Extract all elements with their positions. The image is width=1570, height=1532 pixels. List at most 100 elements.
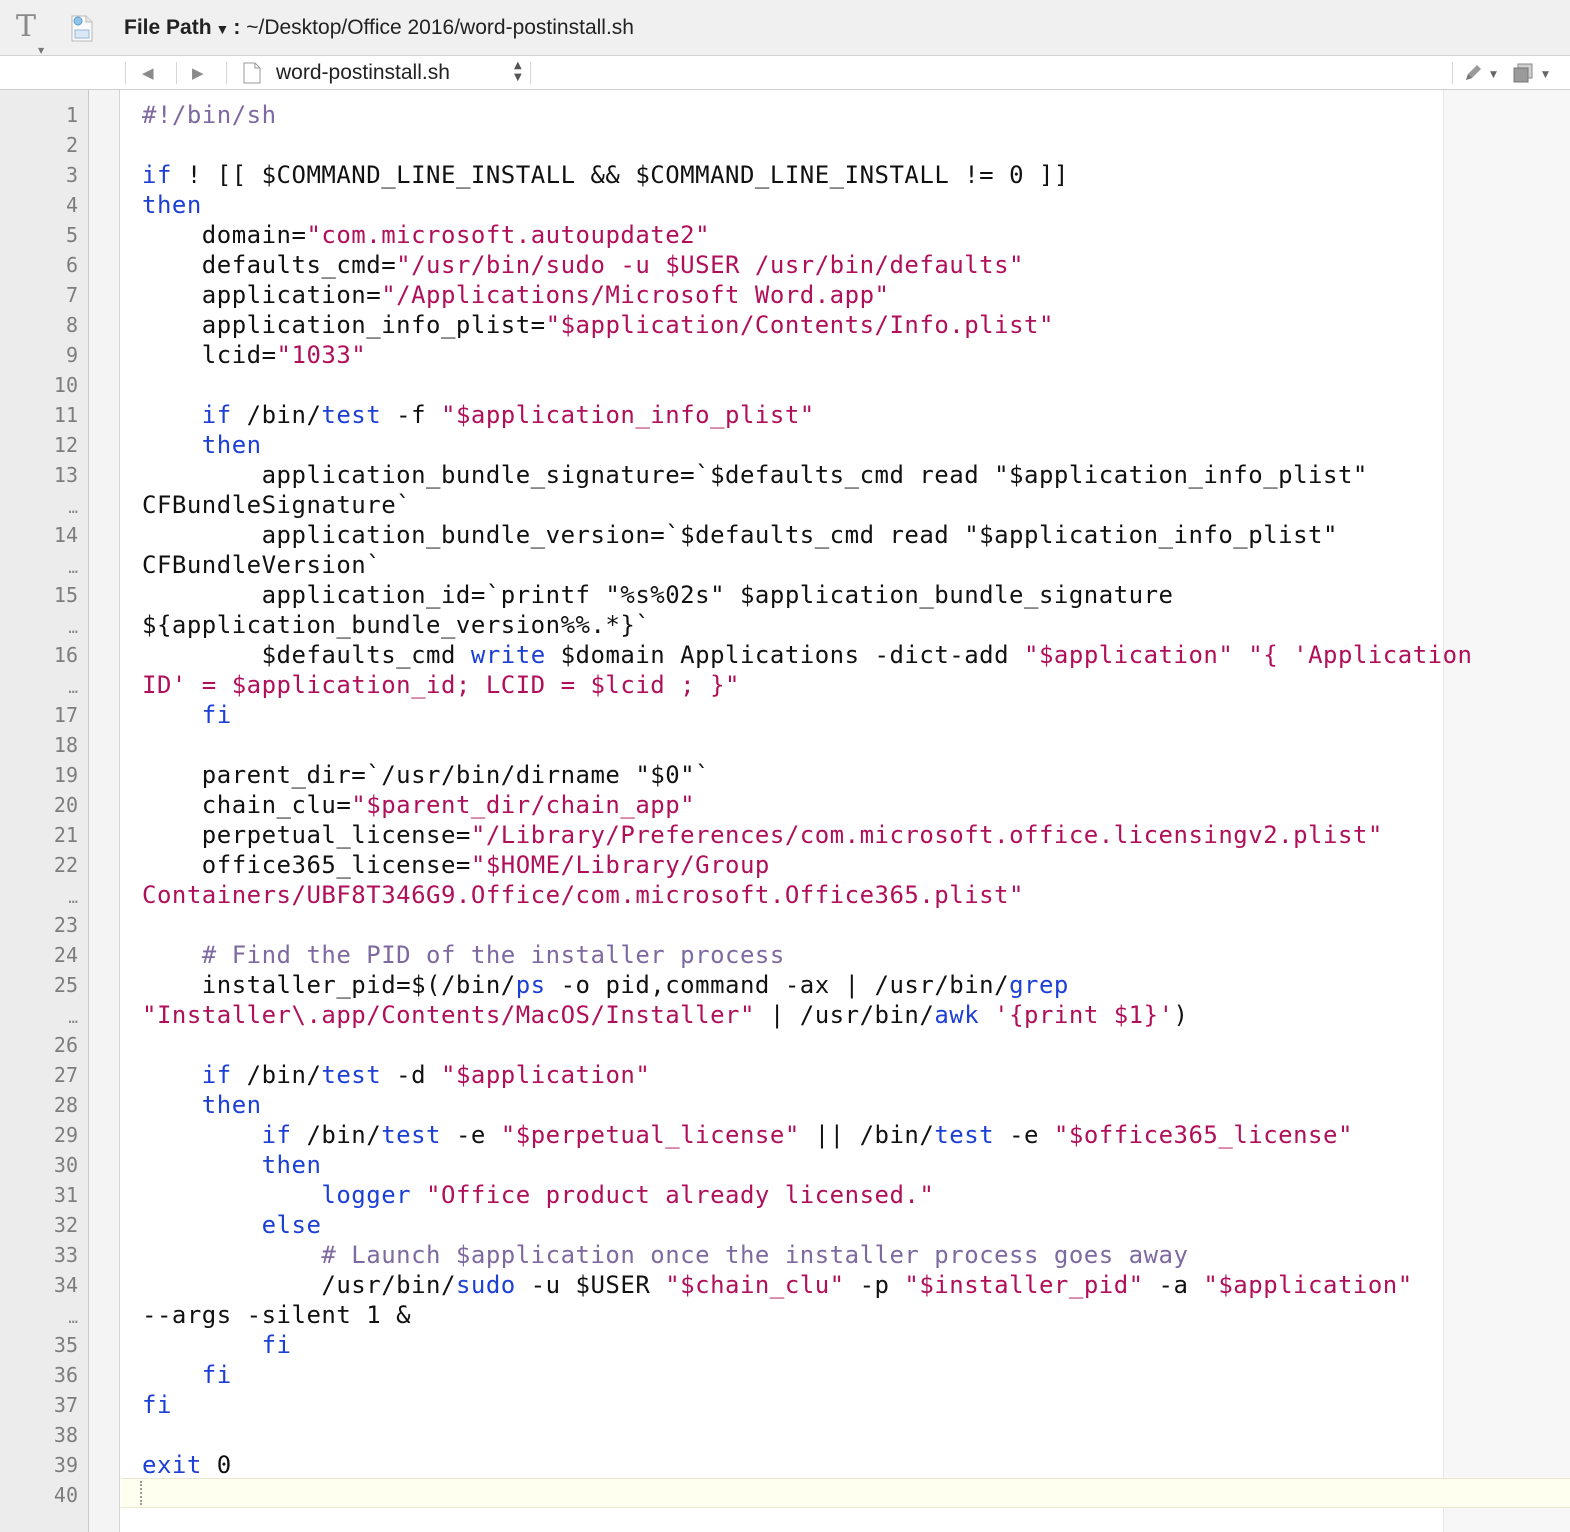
line-number: 9 [65, 343, 78, 367]
line-number: 20 [53, 793, 78, 817]
file-path-label[interactable]: File Path ▼: ~/Desktop/Office 2016/word-p… [124, 16, 634, 40]
text-token: defaults_cmd= [142, 251, 397, 279]
line-number: 7 [65, 283, 78, 307]
code-line[interactable]: --args -silent 1 & [142, 1300, 411, 1330]
string-token: "$installer_pid" [904, 1271, 1144, 1299]
code-line[interactable]: application_id=`printf "%s%02s" $applica… [142, 580, 1174, 610]
code-line[interactable]: # Launch $application once the installer… [142, 1240, 1188, 1270]
code-line[interactable]: CFBundleVersion` [142, 550, 381, 580]
forward-arrow-icon[interactable]: ▶ [192, 61, 204, 85]
code-line[interactable]: application_bundle_signature=`$defaults_… [142, 460, 1368, 490]
text-token: -p [844, 1271, 905, 1299]
code-line[interactable]: if /bin/test -f "$application_info_plist… [142, 400, 815, 430]
code-line[interactable]: installer_pid=$(/bin/ps -o pid,command -… [142, 970, 1069, 1000]
wrapped-line-marker: … [68, 1008, 78, 1027]
code-line[interactable]: then [142, 1150, 321, 1180]
code-line[interactable]: if /bin/test -e "$perpetual_license" || … [142, 1120, 1353, 1150]
code-line[interactable]: /usr/bin/sudo -u $USER "$chain_clu" -p "… [142, 1270, 1413, 1300]
code-line[interactable]: application_bundle_version=`$defaults_cm… [142, 520, 1338, 550]
code-line[interactable]: chain_clu="$parent_dir/chain_app" [142, 790, 695, 820]
text-token: CFBundleSignature` [142, 491, 412, 519]
code-line[interactable]: if ! [[ $COMMAND_LINE_INSTALL && $COMMAN… [142, 160, 1069, 190]
line-number: 34 [53, 1273, 78, 1297]
window-icon[interactable] [1512, 62, 1534, 84]
text-token: perpetual_license= [142, 821, 471, 849]
code-line[interactable]: then [142, 430, 262, 460]
path-separator: : [233, 16, 241, 39]
text-cursor [140, 1481, 142, 1505]
code-line[interactable]: application="/Applications/Microsoft Wor… [142, 280, 889, 310]
current-line-highlight [121, 1478, 1570, 1508]
code-line[interactable]: then [142, 190, 202, 220]
code-line[interactable]: if /bin/test -d "$application" [142, 1060, 650, 1090]
line-number: 32 [53, 1213, 78, 1237]
code-line[interactable]: exit 0 [142, 1450, 232, 1480]
code-line[interactable]: lcid="1033" [142, 340, 366, 370]
code-line[interactable]: fi [142, 1360, 232, 1390]
code-line[interactable]: ${application_bundle_version%%.*}` [142, 610, 650, 640]
code-line[interactable]: application_info_plist="$application/Con… [142, 310, 1054, 340]
line-number: 23 [53, 913, 78, 937]
text-token: --args -silent 1 & [142, 1301, 412, 1329]
chevron-down-icon[interactable]: ▼ [216, 21, 230, 37]
line-number: 33 [53, 1243, 78, 1267]
divider [125, 62, 126, 84]
string-token: "Installer\.app/Contents/MacOS/Installer… [142, 1001, 755, 1029]
code-line[interactable]: ID' = $application_id; LCID = $lcid ; }" [142, 670, 740, 700]
string-token: '{print $1}' [994, 1001, 1174, 1029]
code-line[interactable]: office365_license="$HOME/Library/Group [142, 850, 770, 880]
line-number: 39 [53, 1453, 78, 1477]
code-line[interactable]: parent_dir=`/usr/bin/dirname "$0"` [142, 760, 710, 790]
code-line[interactable]: # Find the PID of the installer process [142, 940, 785, 970]
line-number: 1 [65, 103, 78, 127]
code-line[interactable]: fi [142, 1330, 292, 1360]
code-line[interactable]: $defaults_cmd write $domain Applications… [142, 640, 1473, 670]
text-token: CFBundleVersion` [142, 551, 382, 579]
back-arrow-icon[interactable]: ◀ [142, 61, 154, 85]
code-line[interactable]: fi [142, 700, 232, 730]
divider [176, 62, 177, 84]
chevron-down-icon[interactable]: ▼ [1490, 70, 1497, 80]
string-token: "$chain_clu" [665, 1271, 845, 1299]
keyword-token: else [142, 1211, 322, 1239]
code-line[interactable]: perpetual_license="/Library/Preferences/… [142, 820, 1383, 850]
line-number: 4 [65, 193, 78, 217]
line-number: 38 [53, 1423, 78, 1447]
wrapped-line-marker: … [68, 618, 78, 637]
text-tool-icon[interactable]: T ▼ [16, 12, 44, 56]
divider [1452, 62, 1453, 84]
text-token: 0 [201, 1451, 232, 1479]
code-line[interactable]: defaults_cmd="/usr/bin/sudo -u $USER /us… [142, 250, 1024, 280]
string-token: "$parent_dir/chain_app" [351, 791, 696, 819]
up-down-arrows-icon[interactable]: ▲ ▼ [514, 60, 522, 84]
code-line[interactable]: else [142, 1210, 321, 1240]
line-number: 6 [65, 253, 78, 277]
keyword-token: logger [142, 1181, 412, 1209]
text-token: -f [381, 401, 441, 429]
file-selector[interactable]: word-postinstall.sh [276, 61, 450, 85]
code-line[interactable]: "Installer\.app/Contents/MacOS/Installer… [142, 1000, 1188, 1030]
code-line[interactable]: #!/bin/sh [142, 100, 277, 130]
keyword-token: if [142, 161, 172, 189]
string-token: "$application" [1024, 641, 1234, 669]
code-line[interactable]: CFBundleSignature` [142, 490, 411, 520]
string-token: "$application" [1203, 1271, 1413, 1299]
text-token: /bin/ [231, 1061, 322, 1089]
code-line[interactable]: fi [142, 1390, 172, 1420]
chevron-down-icon[interactable]: ▼ [1542, 70, 1549, 80]
pencil-icon[interactable] [1462, 62, 1484, 84]
keyword-token: then [142, 1151, 322, 1179]
line-number: 22 [53, 853, 78, 877]
code-line[interactable]: then [142, 1090, 262, 1120]
code-folding-ribbon[interactable] [88, 90, 120, 1532]
code-line[interactable]: Containers/UBF8T346G9.Office/com.microso… [142, 880, 1024, 910]
string-token: "$application_info_plist" [441, 401, 815, 429]
divider [530, 62, 531, 84]
file-path-title[interactable]: File Path [124, 16, 212, 39]
code-line[interactable]: domain="com.microsoft.autoupdate2" [142, 220, 710, 250]
code-line[interactable]: logger "Office product already licensed.… [142, 1180, 934, 1210]
keyword-token: grep [1009, 971, 1069, 999]
file-icon [243, 62, 261, 84]
line-number: 2 [65, 133, 78, 157]
string-token: "com.microsoft.autoupdate2" [306, 221, 711, 249]
